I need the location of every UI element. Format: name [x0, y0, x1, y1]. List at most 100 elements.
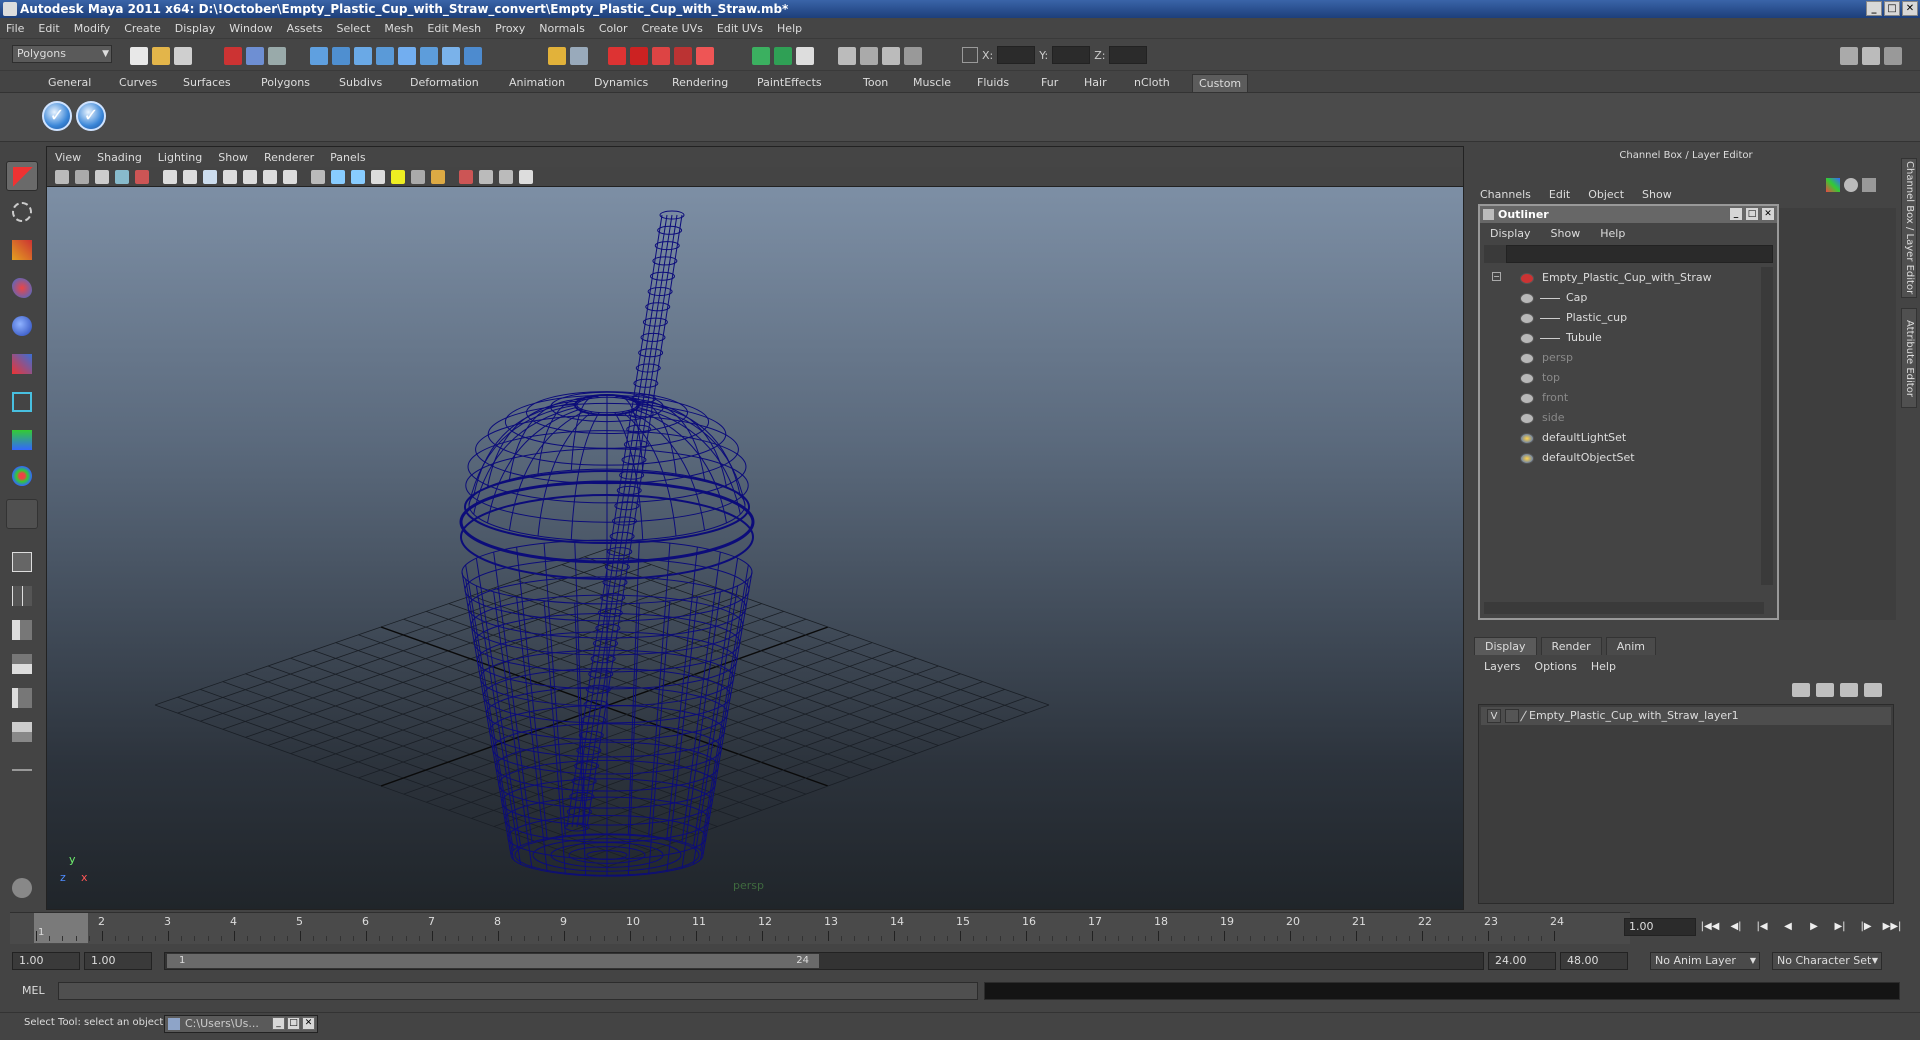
mask-dynamics-icon[interactable]: [420, 47, 438, 65]
close-window-button[interactable]: ✕: [302, 1017, 315, 1030]
outliner-item[interactable]: Plastic_cup: [1484, 309, 1754, 327]
toolbox-collapse-button[interactable]: [6, 755, 38, 785]
rotate-tool-button[interactable]: [6, 311, 38, 341]
shelf-tab-hair[interactable]: Hair: [1078, 74, 1113, 92]
attribute-editor-side-tab[interactable]: Attribute Editor: [1901, 308, 1917, 408]
go-to-end-button[interactable]: ▶▶|: [1882, 918, 1902, 936]
ruler-tool-button[interactable]: [6, 873, 38, 903]
smooth-shade-icon[interactable]: [183, 170, 197, 184]
shadows-icon[interactable]: [283, 170, 297, 184]
gold-sphere-icon[interactable]: [431, 170, 445, 184]
shelf-tab-polygons[interactable]: Polygons: [255, 74, 316, 92]
layer-tab-display[interactable]: Display: [1474, 637, 1537, 655]
shelf-tab-subdivs[interactable]: Subdivs: [333, 74, 388, 92]
outliner-item[interactable]: Tubule: [1484, 329, 1754, 347]
menu-create[interactable]: Create: [124, 22, 161, 35]
grid-toggle-icon[interactable]: [331, 170, 345, 184]
current-time-marker[interactable]: 1: [34, 913, 88, 943]
absolute-transform-icon[interactable]: [962, 47, 978, 63]
yellow-light-icon[interactable]: [391, 170, 405, 184]
time-slider[interactable]: 1 2 3 4 5 6 7 8 9 10 11 12 13 14 15 16 17 18 19 20 21 22 23 24: [10, 912, 1630, 944]
outliner-item[interactable]: defaultLightSet: [1484, 429, 1754, 447]
soft-mod-tool-button[interactable]: [6, 425, 38, 455]
step-back-key-button[interactable]: ◀|: [1726, 918, 1746, 936]
layer-row[interactable]: V Empty_Plastic_Cup_with_Straw_layer1: [1481, 707, 1891, 725]
snap-grid-icon[interactable]: [608, 47, 626, 65]
select-by-hierarchy-icon[interactable]: [224, 47, 242, 65]
ipr-render-icon[interactable]: [882, 47, 900, 65]
channel-box-menu-channels[interactable]: Channels: [1480, 188, 1531, 201]
channel-box-manip-icon[interactable]: [1826, 178, 1840, 192]
channel-box-menu-object[interactable]: Object: [1588, 188, 1624, 201]
menu-create-uvs[interactable]: Create UVs: [642, 22, 703, 35]
image-plane-icon[interactable]: [115, 170, 129, 184]
playback-range-slider[interactable]: 1 24: [164, 952, 1484, 970]
menu-assets[interactable]: Assets: [287, 22, 323, 35]
viewport-menu-renderer[interactable]: Renderer: [264, 151, 314, 164]
viewport-menu-shading[interactable]: Shading: [97, 151, 142, 164]
shelf-tab-animation[interactable]: Animation: [503, 74, 571, 92]
layout-persp-outliner-button[interactable]: [6, 615, 38, 645]
mask-rendering-icon[interactable]: [442, 47, 460, 65]
outliner-item[interactable]: Cap: [1484, 289, 1754, 307]
minimized-window-item[interactable]: C:\Users\Us... _ □ ✕: [164, 1015, 318, 1033]
input-ops-icon[interactable]: [752, 47, 770, 65]
make-live-icon[interactable]: [696, 47, 714, 65]
select-tool-button[interactable]: [6, 161, 38, 191]
viewport-menu-panels[interactable]: Panels: [330, 151, 365, 164]
perspective-viewport[interactable]: View Shading Lighting Show Renderer Panels y …: [46, 146, 1464, 910]
show-manipulator-button[interactable]: [6, 461, 38, 491]
hud-icon[interactable]: [479, 170, 493, 184]
shelf-tab-general[interactable]: General: [42, 74, 97, 92]
wireframe-icon[interactable]: [163, 170, 177, 184]
channel-box-menu-show[interactable]: Show: [1642, 188, 1672, 201]
shelf-tab-rendering[interactable]: Rendering: [666, 74, 734, 92]
outliner-horizontal-scrollbar[interactable]: [1484, 602, 1764, 614]
mask-curves-icon[interactable]: [354, 47, 372, 65]
shelf-tab-surfaces[interactable]: Surfaces: [177, 74, 237, 92]
tool-settings-toggle-icon[interactable]: [1862, 47, 1880, 65]
viewport-menu-lighting[interactable]: Lighting: [158, 151, 202, 164]
outliner-maximize-button[interactable]: □: [1745, 207, 1759, 221]
mask-deformations-icon[interactable]: [398, 47, 416, 65]
mel-label[interactable]: MEL: [22, 984, 45, 997]
go-to-start-button[interactable]: |◀◀: [1700, 918, 1720, 936]
custom-shelf-button-1[interactable]: ✓: [42, 101, 72, 131]
move-layer-down-icon[interactable]: [1816, 683, 1834, 697]
film-gate-icon[interactable]: [371, 170, 385, 184]
mask-joints-icon[interactable]: [332, 47, 350, 65]
channel-box-speed-icon[interactable]: [1844, 178, 1858, 192]
anim-layer-dropdown[interactable]: No Anim Layer ▼: [1650, 952, 1760, 970]
new-empty-layer-icon[interactable]: [1840, 683, 1858, 697]
play-forwards-button[interactable]: ▶: [1804, 918, 1824, 936]
lasso-tool-button[interactable]: [6, 197, 38, 227]
current-frame-field[interactable]: 1.00: [1624, 918, 1696, 936]
select-camera-icon[interactable]: [55, 170, 69, 184]
move-tool-button[interactable]: [6, 273, 38, 303]
scene-view[interactable]: y z x persp: [47, 187, 1463, 909]
textured-icon[interactable]: [243, 170, 257, 184]
new-layer-from-selected-icon[interactable]: [1864, 683, 1882, 697]
menu-window[interactable]: Window: [229, 22, 272, 35]
outliner-filter-input[interactable]: [1506, 245, 1773, 263]
character-set-dropdown[interactable]: No Character Set ▼: [1772, 952, 1882, 970]
scale-tool-button[interactable]: [6, 349, 38, 379]
layout-hypershade-button[interactable]: [6, 683, 38, 713]
move-layer-up-icon[interactable]: [1792, 683, 1810, 697]
outliner-close-button[interactable]: ✕: [1761, 207, 1775, 221]
outliner-menu-show[interactable]: Show: [1551, 227, 1581, 240]
layer-menu-options[interactable]: Options: [1534, 660, 1576, 673]
layer-playback-toggle[interactable]: [1505, 709, 1519, 723]
camera-attributes-icon[interactable]: [135, 170, 149, 184]
snap-point-icon[interactable]: [652, 47, 670, 65]
outliner-title-bar[interactable]: Outliner _ □ ✕: [1480, 206, 1777, 223]
snap-curve-icon[interactable]: [630, 47, 648, 65]
shelf-tab-ncloth[interactable]: nCloth: [1128, 74, 1176, 92]
mask-surfaces-icon[interactable]: [376, 47, 394, 65]
layer-menu-layers[interactable]: Layers: [1484, 660, 1520, 673]
menu-select[interactable]: Select: [336, 22, 370, 35]
animation-start-field[interactable]: 1.00: [12, 952, 80, 970]
render-view-icon[interactable]: [838, 47, 856, 65]
menu-file[interactable]: File: [6, 22, 24, 35]
xray-icon[interactable]: [263, 170, 277, 184]
